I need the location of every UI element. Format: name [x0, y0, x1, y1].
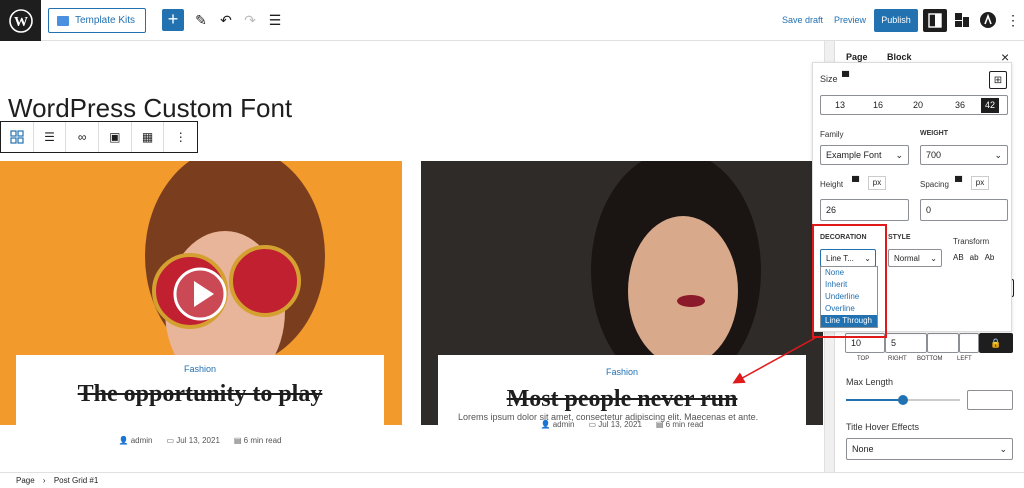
breadcrumb-page[interactable]: Page [16, 476, 35, 485]
annotation-arrow [732, 337, 816, 384]
breadcrumb: Page › Post Grid #1 [0, 472, 1024, 488]
chevron-right-icon: › [42, 476, 46, 485]
breadcrumb-block[interactable]: Post Grid #1 [54, 476, 98, 485]
